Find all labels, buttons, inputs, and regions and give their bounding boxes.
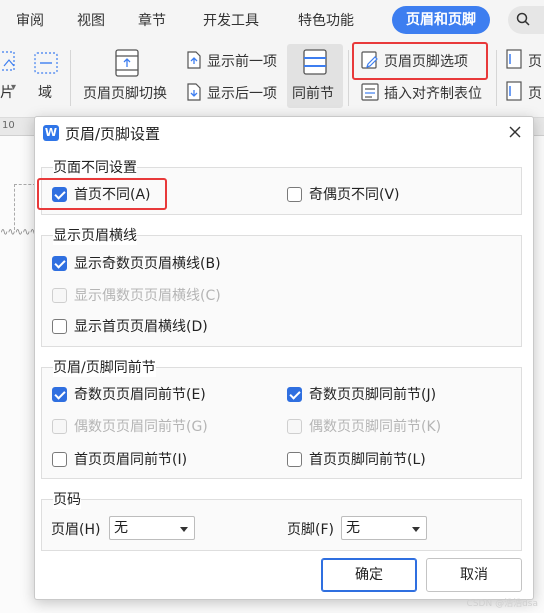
header-footer-options-icon bbox=[361, 51, 378, 69]
same-as-previous-icon bbox=[303, 49, 327, 75]
checkbox-label: 显示奇数页页眉横线(B) bbox=[74, 256, 221, 272]
checkbox-box bbox=[287, 187, 302, 202]
tab-review[interactable]: 审阅 bbox=[16, 10, 44, 32]
show-first-header-line-checkbox[interactable]: 显示首页页眉横线(D) bbox=[52, 317, 208, 337]
chevron-down-icon: ▾ bbox=[11, 82, 17, 93]
checkbox-label: 首页页眉同前节(I) bbox=[74, 452, 188, 468]
first-footer-same-checkbox[interactable]: 首页页脚同前节(L) bbox=[287, 450, 426, 470]
group-title-page-number: 页码 bbox=[53, 489, 81, 509]
show-odd-header-line-checkbox[interactable]: 显示奇数页页眉横线(B) bbox=[52, 254, 221, 274]
odd-footer-same-checkbox[interactable]: 奇数页页脚同前节(J) bbox=[287, 385, 436, 405]
ribbon-tab-bar: 审阅 视图 章节 开发工具 特色功能 页眉和页脚 bbox=[0, 0, 544, 40]
footer-bottom-margin-icon bbox=[506, 81, 522, 101]
odd-header-same-checkbox[interactable]: 奇数页页眉同前节(E) bbox=[52, 385, 206, 405]
same-as-previous-label: 同前节 bbox=[292, 86, 334, 102]
show-next-button[interactable]: 显示后一项 bbox=[207, 83, 277, 103]
checkbox-label: 首页不同(A) bbox=[74, 187, 151, 203]
dialog-title-bar[interactable]: W 页眉/页脚设置 bbox=[35, 117, 533, 149]
select-value: 无 bbox=[114, 520, 128, 536]
first-page-different-checkbox[interactable]: 首页不同(A) bbox=[52, 185, 151, 205]
cancel-button[interactable]: 取消 bbox=[426, 558, 522, 592]
toolbar-separator bbox=[348, 50, 349, 106]
checkbox-label: 偶数页页眉同前节(G) bbox=[74, 419, 208, 435]
checkbox-label: 显示偶数页页眉横线(C) bbox=[74, 288, 221, 304]
header-top-margin-icon bbox=[506, 49, 522, 69]
show-next-icon bbox=[187, 83, 201, 101]
checkbox-box bbox=[52, 419, 67, 434]
search-button[interactable] bbox=[508, 6, 544, 34]
checkbox-box bbox=[52, 452, 67, 467]
chevron-down-icon bbox=[180, 527, 188, 532]
tab-chapter[interactable]: 章节 bbox=[138, 10, 166, 32]
checkbox-label: 偶数页页脚同前节(K) bbox=[309, 419, 442, 435]
footer-page-number-label: 页脚(F) bbox=[287, 522, 334, 538]
checkbox-box bbox=[52, 387, 67, 402]
ribbon-toolbar: 片 ▾ 域 页眉页脚切换 显示前一项 显示后一项 同前节 页眉页脚选项 插入对齐… bbox=[0, 40, 544, 118]
even-header-same-checkbox[interactable]: 偶数页页眉同前节(G) bbox=[52, 417, 208, 437]
checkbox-box bbox=[287, 387, 302, 402]
header-top-margin-label[interactable]: 页 bbox=[528, 51, 542, 71]
close-icon[interactable] bbox=[507, 124, 523, 140]
switch-header-footer-icon bbox=[115, 49, 139, 77]
show-even-header-line-checkbox[interactable]: 显示偶数页页眉横线(C) bbox=[52, 286, 221, 306]
chevron-down-icon bbox=[412, 527, 420, 532]
checkbox-label: 显示首页页眉横线(D) bbox=[74, 319, 208, 335]
header-footer-options-button[interactable]: 页眉页脚选项 bbox=[384, 51, 468, 71]
checkbox-box bbox=[287, 452, 302, 467]
odd-even-different-checkbox[interactable]: 奇偶页不同(V) bbox=[287, 185, 400, 205]
ok-button[interactable]: 确定 bbox=[321, 558, 417, 592]
group-title-header-line: 显示页眉横线 bbox=[53, 225, 137, 245]
toolbar-separator bbox=[70, 50, 71, 106]
checkbox-label: 奇数页页脚同前节(J) bbox=[309, 387, 437, 403]
switch-header-footer-button[interactable]: 页眉页脚切换 bbox=[83, 83, 167, 103]
footer-page-number-select[interactable]: 无 bbox=[341, 516, 427, 540]
tab-view[interactable]: 视图 bbox=[77, 10, 105, 32]
checkbox-label: 奇偶页不同(V) bbox=[309, 187, 400, 203]
search-icon bbox=[516, 12, 530, 26]
picture-icon bbox=[0, 51, 15, 71]
field-button-label[interactable]: 域 bbox=[38, 82, 52, 102]
show-previous-icon bbox=[187, 51, 201, 69]
tab-special-features[interactable]: 特色功能 bbox=[298, 10, 354, 32]
wps-logo-icon: W bbox=[43, 125, 59, 141]
toolbar-separator bbox=[496, 50, 497, 106]
insert-align-tab-button[interactable]: 插入对齐制表位 bbox=[384, 83, 482, 103]
tab-header-footer[interactable]: 页眉和页脚 bbox=[392, 6, 490, 34]
checkbox-box bbox=[52, 187, 67, 202]
first-header-same-checkbox[interactable]: 首页页眉同前节(I) bbox=[52, 450, 187, 470]
ruler-mark: 10 bbox=[2, 120, 15, 131]
footer-bottom-margin-label[interactable]: 页 bbox=[528, 83, 542, 103]
even-footer-same-checkbox[interactable]: 偶数页页脚同前节(K) bbox=[287, 417, 441, 437]
header-area-boundary bbox=[14, 184, 36, 230]
group-title-same-as-previous: 页眉/页脚同前节 bbox=[53, 357, 156, 377]
checkbox-label: 首页页脚同前节(L) bbox=[309, 452, 426, 468]
group-title-different-settings: 页面不同设置 bbox=[53, 157, 137, 177]
header-footer-settings-dialog: W 页眉/页脚设置 页面不同设置 首页不同(A) 奇偶页不同(V) 显示页眉横线… bbox=[34, 116, 534, 600]
checkbox-box bbox=[287, 419, 302, 434]
header-page-number-label: 页眉(H) bbox=[51, 522, 101, 538]
watermark: CSDN @浩浩dsa bbox=[466, 599, 538, 609]
checkbox-box bbox=[52, 319, 67, 334]
field-icon bbox=[34, 52, 58, 74]
checkbox-label: 奇数页页眉同前节(E) bbox=[74, 387, 206, 403]
show-previous-button[interactable]: 显示前一项 bbox=[207, 51, 277, 71]
same-as-previous-button[interactable]: 同前节 bbox=[287, 44, 343, 108]
tab-developer-tools[interactable]: 开发工具 bbox=[203, 10, 259, 32]
insert-align-tab-icon bbox=[361, 83, 379, 101]
checkbox-box bbox=[52, 288, 67, 303]
header-page-number-select[interactable]: 无 bbox=[109, 516, 195, 540]
checkbox-box bbox=[52, 256, 67, 271]
dialog-title: 页眉/页脚设置 bbox=[65, 125, 161, 143]
select-value: 无 bbox=[346, 520, 360, 536]
